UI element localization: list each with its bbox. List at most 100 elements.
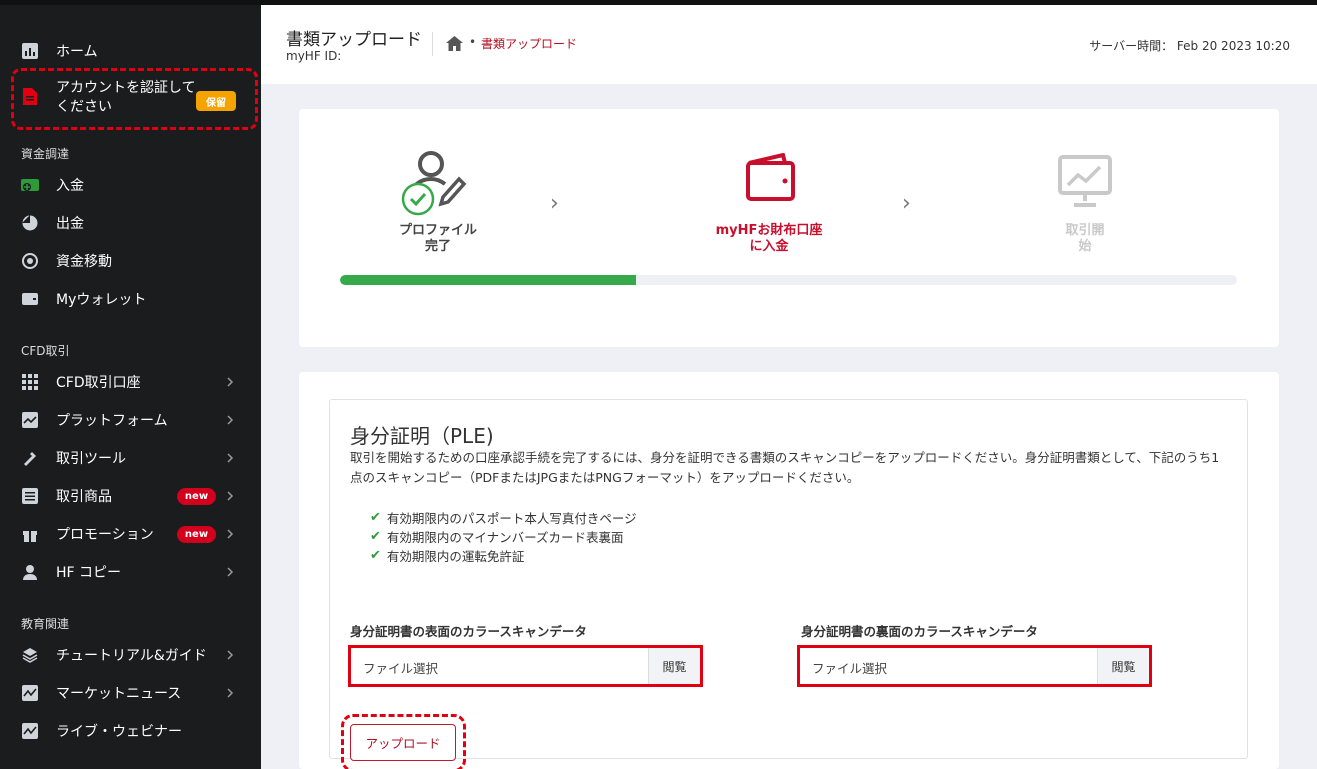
chevron-right-icon — [227, 453, 234, 463]
sidebar-item-tools[interactable]: 取引ツール — [0, 441, 261, 475]
sidebar-item-label: 出金 — [56, 216, 84, 232]
chevron-right-icon — [227, 377, 234, 387]
back-browse-button[interactable]: 閲覧 — [1097, 648, 1149, 684]
check-icon: ✔ — [370, 510, 381, 525]
sidebar-item-verify-account[interactable]: アカウントを認証してください — [56, 79, 196, 117]
front-file-input[interactable]: ファイル選択 閲覧 — [348, 645, 703, 687]
identity-panel: 身分証明（PLE) 取引を開始するための口座承認手続を完了するには、身分を証明で… — [329, 399, 1248, 769]
sidebar-item-hfcopy[interactable]: HF コピー — [0, 555, 261, 589]
sidebar-item-transfer[interactable]: 資金移動 — [0, 244, 261, 278]
home-icon[interactable] — [446, 36, 463, 51]
sidebar-item-deposit[interactable]: 入金 — [0, 168, 261, 202]
sidebar-item-cfd-accounts[interactable]: CFD取引口座 — [0, 365, 261, 399]
list-icon — [21, 487, 39, 505]
deposit-icon — [21, 176, 39, 194]
back-scan-label: 身分証明書の裏面のカラースキャンデータ — [801, 624, 1038, 639]
sidebar-item-news[interactable]: マーケットニュース — [0, 676, 261, 710]
page-title: 書類アップロード — [286, 30, 422, 50]
step-deposit-line2: に入金 — [749, 239, 789, 254]
front-browse-button[interactable]: 閲覧 — [648, 648, 700, 684]
sidebar-item-label: 取引商品 — [56, 489, 112, 505]
sidebar-item-promotion[interactable]: プロモーション new — [0, 517, 261, 551]
sidebar-item-products[interactable]: 取引商品 new — [0, 479, 261, 513]
step-trade-line1: 取引開 — [1065, 223, 1105, 238]
new-badge: new — [177, 487, 216, 505]
identity-title: 身分証明（PLE) — [350, 424, 494, 448]
sidebar: ホーム アカウントを認証してください 保留 資金調達 入金 出金 資金移動 My… — [0, 5, 261, 769]
chevron-right-icon — [227, 491, 234, 501]
step-deposit-line1: myHFお財布口座 — [715, 223, 823, 238]
page-header: 書類アップロード myHF ID: • 書類アップロード サーバー時間： Feb… — [261, 5, 1317, 84]
upload-button[interactable]: アップロード — [350, 724, 456, 761]
new-badge: new — [177, 525, 216, 543]
upload-highlight: アップロード — [341, 714, 466, 769]
server-time: サーバー時間： Feb 20 2023 10:20 — [1089, 39, 1290, 53]
section-funding: 資金調達 — [21, 147, 70, 161]
sidebar-item-label: 資金移動 — [56, 254, 112, 270]
breadcrumb-current: 書類アップロード — [481, 37, 578, 51]
chevron-right-icon — [227, 529, 234, 539]
sidebar-item-label: プロモーション — [56, 527, 154, 543]
list-item: ✔ 有効期限内の運転免許証 — [370, 546, 637, 565]
progress-bar-fill — [340, 275, 636, 285]
back-file-input[interactable]: ファイル選択 閲覧 — [797, 645, 1152, 687]
sidebar-item-label: 入金 — [56, 178, 84, 194]
back-file-placeholder: ファイル選択 — [812, 661, 888, 676]
sidebar-item-label: CFD取引口座 — [56, 375, 141, 391]
section-education: 教育関連 — [21, 617, 70, 631]
layers-icon — [21, 646, 39, 664]
myhf-id-label: myHF ID: — [286, 49, 342, 63]
transfer-icon — [21, 252, 39, 270]
sidebar-item-label: プラットフォーム — [56, 413, 168, 429]
sidebar-item-label: ライブ・ウェビナー — [56, 724, 182, 740]
sidebar-item-home[interactable]: ホーム — [0, 34, 261, 68]
pending-badge: 保留 — [196, 91, 236, 111]
step-arrow-2: › — [902, 191, 911, 216]
identity-description: 取引を開始するための口座承認手続を完了するには、身分を証明できる書類のスキャンコ… — [350, 450, 1220, 485]
step-profile-line2: 完了 — [424, 239, 451, 254]
sidebar-item-wallet[interactable]: Myウォレット — [0, 282, 261, 316]
list-item-text: 有効期限内のマイナンバーズカード表裏面 — [386, 530, 624, 545]
grid-icon — [21, 373, 39, 391]
trading-monitor-icon — [1058, 155, 1112, 207]
list-item: ✔ 有効期限内のマイナンバーズカード表裏面 — [370, 527, 637, 546]
sidebar-item-platform[interactable]: プラットフォーム — [0, 403, 261, 437]
document-icon — [21, 87, 39, 105]
list-item-text: 有効期限内のパスポート本人写真付きページ — [386, 511, 637, 526]
sidebar-item-label: Myウォレット — [56, 292, 147, 308]
chevron-right-icon — [227, 567, 234, 577]
wallet-icon — [746, 153, 795, 201]
chevron-right-icon — [227, 415, 234, 425]
step-deposit-label: myHFお財布口座 に入金 — [704, 223, 834, 255]
identity-card: 身分証明（PLE) 取引を開始するための口座承認手続を完了するには、身分を証明で… — [299, 372, 1279, 769]
document-list: ✔ 有効期限内のパスポート本人写真付きページ ✔ 有効期限内のマイナンバーズカード表… — [370, 508, 637, 565]
platform-chart-icon — [21, 411, 39, 429]
webinar-chart-icon — [21, 722, 39, 740]
sidebar-item-label: ホーム — [56, 44, 98, 60]
user-copy-icon — [21, 563, 39, 581]
gift-icon — [21, 525, 39, 543]
breadcrumb-separator: • — [469, 35, 477, 49]
sidebar-item-label: チュートリアル&ガイド — [56, 648, 207, 664]
list-item-text: 有効期限内の運転免許証 — [386, 549, 525, 564]
progress-bar — [340, 275, 1237, 285]
chevron-right-icon — [227, 688, 234, 698]
profile-complete-icon — [401, 151, 467, 216]
front-file-placeholder: ファイル選択 — [363, 661, 439, 676]
withdraw-icon — [21, 214, 39, 232]
sidebar-item-tutorial[interactable]: チュートリアル&ガイド — [0, 638, 261, 672]
sidebar-item-webinar[interactable]: ライブ・ウェビナー — [0, 714, 261, 748]
sidebar-item-label: HF コピー — [56, 565, 122, 581]
wallet-icon — [21, 290, 39, 308]
step-trade-label: 取引開 始 — [1020, 223, 1150, 255]
sidebar-item-label: 取引ツール — [56, 451, 126, 467]
tools-icon — [21, 449, 39, 467]
sidebar-item-withdraw[interactable]: 出金 — [0, 206, 261, 240]
progress-card: プロファイル 完了 › myHFお財布口座 に入金 › 取引開 始 — [299, 109, 1279, 347]
news-chart-icon — [21, 684, 39, 702]
section-cfd: CFD取引 — [21, 344, 70, 358]
step-trade-line2: 始 — [1078, 239, 1092, 254]
step-arrow-1: › — [550, 191, 559, 216]
chevron-right-icon — [227, 650, 234, 660]
check-icon: ✔ — [370, 548, 381, 563]
